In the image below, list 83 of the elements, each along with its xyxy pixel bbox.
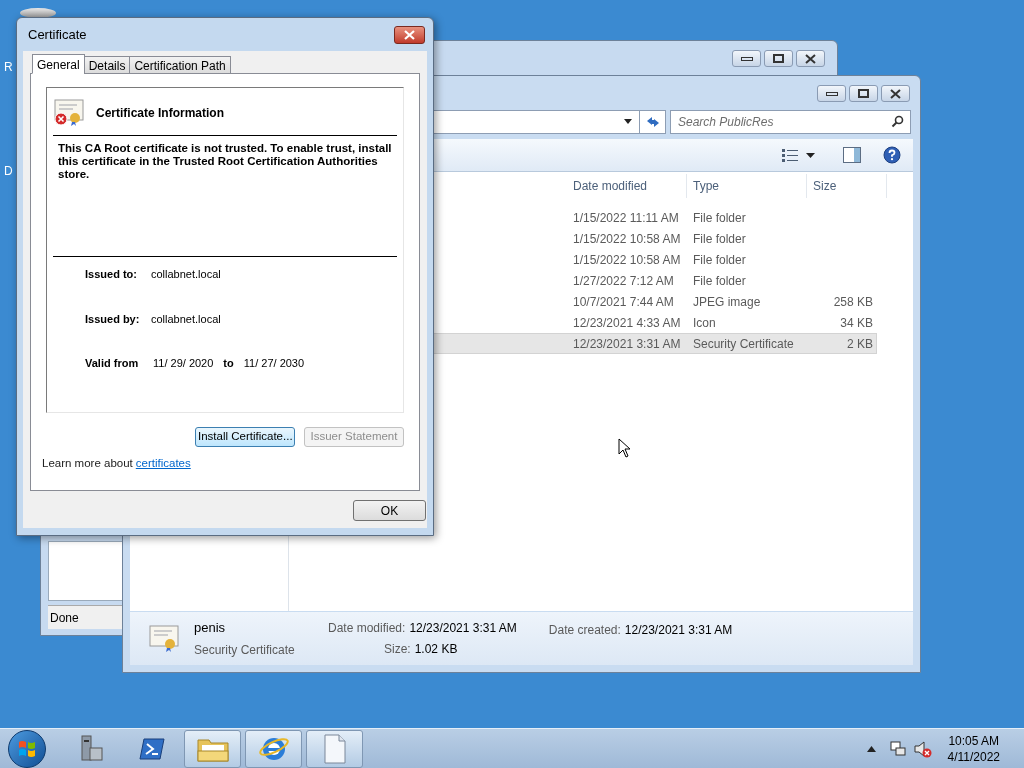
type-cell-text: File folder: [692, 209, 747, 227]
detail-value: 12/23/2021 3:31 AM: [409, 620, 517, 637]
certificate-icon: [148, 624, 180, 653]
section-heading: Certificate Information: [96, 105, 224, 122]
date-cell-text: 1/15/2022 10:58 AM: [572, 251, 682, 269]
column-header[interactable]: Date modified: [567, 174, 687, 198]
close-button[interactable]: [881, 85, 910, 102]
network-icon[interactable]: [889, 740, 906, 757]
file-type: Security Certificate: [194, 641, 296, 659]
window-title: Certificate: [28, 25, 87, 44]
help-icon[interactable]: [883, 146, 901, 164]
field-label: Valid from: [85, 356, 140, 371]
show-hidden-icons-icon[interactable]: [866, 745, 876, 752]
size-cell-text: 34 KB: [840, 314, 873, 332]
terminal-icon: [137, 735, 166, 762]
detail-label: Date created:: [548, 622, 621, 639]
field-label: to: [223, 356, 234, 371]
list-view-icon: [782, 148, 798, 162]
type-cell-text: Security Certificate: [692, 335, 795, 353]
preview-pane-icon[interactable]: [843, 147, 861, 163]
taskbar-app[interactable]: [245, 729, 302, 768]
dropdown-arrow-icon: [806, 152, 815, 158]
column-header[interactable]: Size: [807, 174, 887, 198]
tab[interactable]: Certification Path: [129, 56, 231, 74]
help-text: Learn more about: [42, 456, 133, 471]
close-button[interactable]: [394, 25, 425, 44]
clock-date: 4/11/2022: [947, 748, 1000, 765]
date-cell-text: 10/7/2021 7:44 AM: [572, 293, 675, 311]
type-cell-text: JPEG image: [692, 293, 762, 311]
field-label: Issued to:: [85, 267, 138, 282]
size-cell-text: 258 KB: [833, 293, 873, 311]
views-button[interactable]: [780, 148, 817, 162]
document-icon: [321, 733, 348, 764]
maximize-button[interactable]: [849, 85, 878, 102]
detail-value: 12/23/2021 3:31 AM: [624, 622, 733, 639]
field-value: 11/ 27/ 2030: [243, 356, 305, 371]
close-button[interactable]: [796, 50, 825, 67]
certificate-error-icon: [53, 99, 85, 127]
search-field[interactable]: Search PublicRes: [670, 109, 911, 134]
close-icon: [805, 53, 816, 64]
field-value: 11/ 29/ 2020: [153, 356, 214, 371]
trust-message: This CA Root certificate is not trusted. To enable trust, install this certificate in the Trusted Root Certification Authorities store.: [57, 141, 393, 182]
tab[interactable]: Details: [83, 56, 131, 74]
mouse-cursor-icon: [618, 438, 631, 458]
start-button[interactable]: [8, 729, 46, 768]
maximize-button[interactable]: [764, 50, 793, 67]
dialog-button[interactable]: Install Certificate...: [195, 427, 295, 447]
file-name: penis: [194, 619, 227, 638]
close-icon: [890, 88, 901, 99]
type-cell-text: File folder: [692, 251, 747, 269]
ok-button[interactable]: OK: [353, 500, 426, 521]
taskbar-app[interactable]: [184, 729, 241, 768]
search-icon: [891, 114, 904, 128]
date-cell-text: 1/27/2022 7:12 AM: [572, 272, 675, 290]
clock[interactable]: 10:05 AM 4/11/2022: [947, 732, 1000, 765]
clock-time: 10:05 AM: [948, 732, 1000, 749]
column-header[interactable]: Type: [687, 174, 807, 198]
status-text: Done: [50, 609, 79, 627]
type-cell-text: File folder: [692, 272, 747, 290]
desktop-icon-label: D: [4, 163, 13, 180]
minimize-button[interactable]: [817, 85, 846, 102]
type-cell-text: Icon: [692, 314, 717, 332]
date-cell-text: 12/23/2021 3:31 AM: [572, 335, 682, 353]
windows-logo-icon: [17, 738, 37, 759]
size-cell-text: 2 KB: [847, 335, 873, 353]
detail-label: Size:: [384, 641, 411, 658]
tab[interactable]: General: [32, 54, 85, 74]
muted-speaker-icon[interactable]: [913, 739, 932, 758]
dropdown-arrow-icon: [623, 118, 633, 125]
minimize-button[interactable]: [732, 50, 761, 67]
field-value: collabnet.local: [151, 311, 221, 327]
date-cell-text: 1/15/2022 10:58 AM: [572, 230, 682, 248]
date-cell-text: 1/15/2022 11:11 AM: [572, 209, 680, 227]
field-value: collabnet.local: [151, 267, 221, 282]
taskbar-app[interactable]: [306, 729, 363, 768]
field-label: Issued by:: [85, 311, 141, 327]
close-icon: [404, 29, 415, 40]
detail-value: 1.02 KB: [414, 641, 458, 658]
date-cell-text: 12/23/2021 4:33 AM: [572, 314, 682, 332]
detail-label: Date modified:: [328, 620, 406, 637]
type-cell-text: File folder: [692, 230, 747, 248]
desktop-icon-label: R: [4, 59, 13, 76]
certificates-link[interactable]: certificates: [135, 455, 191, 473]
